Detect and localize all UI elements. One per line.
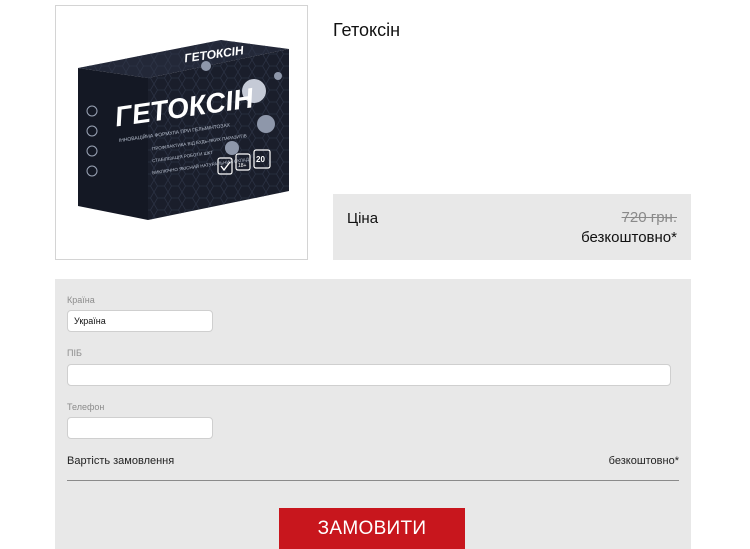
product-title: Гетоксін	[333, 20, 401, 40]
box-age-badge: 18+	[238, 163, 247, 169]
country-label: Країна	[67, 295, 95, 305]
divider	[67, 480, 679, 481]
box-side-face	[78, 68, 148, 220]
order-total-label: Вартість замовлення	[67, 455, 175, 467]
product-box-illustration: ГЕТОКСІН ГЕТОКСІН ІННОВАЦІЙНА ФОРМУЛА ПР…	[78, 40, 289, 220]
order-form: Країна Україна ПІБ Телефон Вартість замо…	[55, 279, 691, 549]
name-field[interactable]	[67, 364, 671, 386]
name-label: ПІБ	[67, 348, 82, 358]
order-button[interactable]: ЗАМОВИТИ	[279, 508, 465, 549]
phone-label: Телефон	[67, 402, 105, 412]
price-box: Ціна 720 грн. безкоштовно*	[333, 194, 691, 260]
box-count-badge: 20	[256, 155, 265, 164]
old-price: 720 грн.	[621, 209, 677, 226]
price-label: Ціна	[347, 210, 379, 227]
product-image: ГЕТОКСІН ГЕТОКСІН ІННОВАЦІЙНА ФОРМУЛА ПР…	[55, 5, 308, 260]
phone-field[interactable]	[67, 417, 213, 439]
new-price: безкоштовно*	[581, 229, 677, 246]
order-total-value: безкоштовно*	[608, 455, 679, 467]
country-field[interactable]: Україна	[67, 310, 213, 332]
